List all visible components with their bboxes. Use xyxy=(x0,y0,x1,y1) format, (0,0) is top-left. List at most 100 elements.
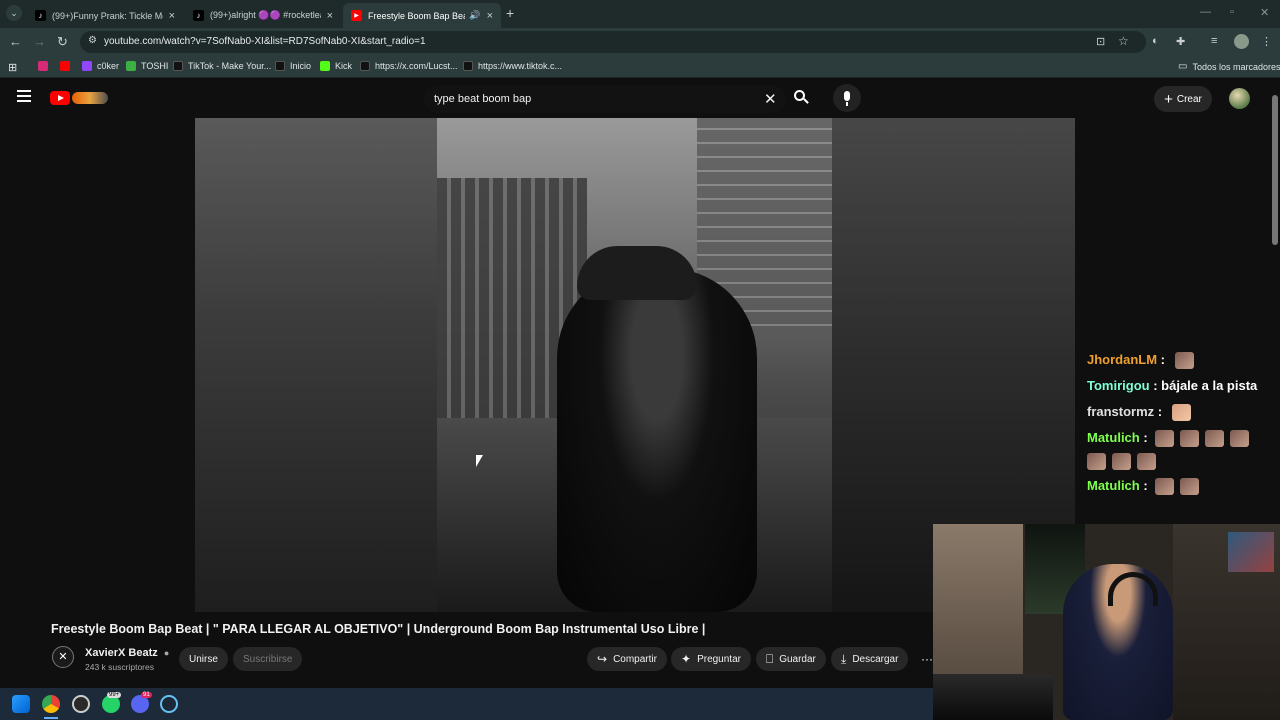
steam-icon[interactable] xyxy=(160,695,178,713)
chat-username: Tomirigou xyxy=(1087,378,1150,393)
subscribe-button[interactable]: Suscribirse xyxy=(233,647,303,671)
save-button[interactable]: ⎕ Guardar xyxy=(756,647,826,671)
bookmark-label: https://www.tiktok.c... xyxy=(478,61,563,71)
back-icon[interactable]: ← xyxy=(9,34,22,49)
bookmark-icon: ⎕ xyxy=(766,651,774,666)
window-close-icon[interactable]: ✕ xyxy=(1260,6,1269,19)
chat-separator: : xyxy=(1157,352,1166,367)
bookmark-c0ker[interactable]: c0ker xyxy=(82,61,119,71)
maximize-icon[interactable]: ▫ xyxy=(1230,6,1234,18)
kick-icon xyxy=(320,61,330,71)
tab-search-button[interactable]: ⌄ xyxy=(6,5,22,21)
bookmark-toshi[interactable]: TOSHI xyxy=(126,61,168,71)
bookmark-tiktok-url[interactable]: https://www.tiktok.c... xyxy=(463,61,562,71)
tiktok-icon xyxy=(463,61,473,71)
youtube-icon: ▶ xyxy=(351,10,362,21)
join-label: Unirse xyxy=(189,653,218,665)
user-avatar[interactable] xyxy=(1229,88,1250,109)
chat-username: Matulich xyxy=(1087,478,1140,493)
search-icon[interactable] xyxy=(794,90,809,104)
chat-separator: : xyxy=(1149,378,1158,393)
bookmark-youtube[interactable] xyxy=(60,61,75,71)
reload-icon[interactable]: ↻ xyxy=(57,34,68,50)
discord-badge: 91 xyxy=(141,692,152,698)
chat-username: JhordanLM xyxy=(1087,352,1158,367)
site-info-icon[interactable]: ⚙ xyxy=(88,35,97,46)
windows-taskbar: 99+ 91 xyxy=(0,688,933,720)
bookmark-kick[interactable]: Kick xyxy=(320,61,352,71)
chat-message: franstormz : xyxy=(1087,404,1197,422)
create-button[interactable]: + Crear xyxy=(1154,86,1212,112)
close-icon[interactable]: × xyxy=(169,10,175,22)
profile-avatar[interactable] xyxy=(1234,34,1249,49)
cam-keyboard xyxy=(933,674,1053,720)
extensions-icon[interactable]: ✚ xyxy=(1176,35,1185,48)
apps-icon[interactable]: ⊞ xyxy=(8,61,17,74)
tiktok-icon xyxy=(173,61,183,71)
star-icon[interactable]: ☆ xyxy=(1118,34,1129,48)
bookmarks-bar: ⊞ c0ker TOSHI TikTok - Make Your... Inic… xyxy=(0,56,1280,78)
youtube-play-icon xyxy=(50,91,70,105)
search-input[interactable]: type beat boom bap xyxy=(434,93,531,105)
bookmark-label: TikTok - Make Your... xyxy=(188,61,272,71)
share-button[interactable]: ↪ Compartir xyxy=(587,647,667,671)
emote-icon xyxy=(1087,453,1106,471)
media-control-icon[interactable]: ≡ xyxy=(1211,35,1217,47)
scrollbar-thumb[interactable] xyxy=(1272,95,1278,245)
subscribe-label: Suscribirse xyxy=(243,653,293,665)
chat-separator: : xyxy=(1139,478,1148,493)
menu-icon[interactable]: ⋮ xyxy=(1261,35,1272,48)
forward-icon[interactable]: → xyxy=(33,34,46,49)
doodle-icon xyxy=(72,92,108,104)
install-app-icon[interactable]: ⊡ xyxy=(1096,35,1105,48)
emote-icon xyxy=(1137,453,1156,471)
speaker-icon[interactable]: 🔊 xyxy=(469,10,480,21)
address-bar[interactable]: ⚙ youtube.com/watch?v=7SofNab0-XI&list=R… xyxy=(80,31,1146,53)
tab-tiktok-prank[interactable]: ♪ (99+)Funny Prank: Tickle Monst × xyxy=(27,3,183,28)
clear-search-icon[interactable]: ✕ xyxy=(764,90,777,108)
emote-icon xyxy=(1155,430,1175,448)
obs-icon[interactable] xyxy=(72,695,90,713)
plus-icon: + xyxy=(1164,90,1173,108)
chat-separator: : xyxy=(1139,430,1148,445)
channel-name-label: XavierX Beatz xyxy=(85,647,158,659)
video-title: Freestyle Boom Bap Beat | " PARA LLEGAR … xyxy=(51,622,706,636)
minimize-icon[interactable]: — xyxy=(1200,6,1211,18)
bucket-hat xyxy=(577,246,697,300)
tab-youtube-active[interactable]: ▶ Freestyle Boom Bap Beat | " 🔊 × xyxy=(343,3,501,28)
bookmark-instagram[interactable] xyxy=(38,61,53,71)
share-label: Compartir xyxy=(613,653,657,665)
search-box[interactable]: type beat boom bap ✕ xyxy=(424,85,786,113)
more-actions-button[interactable]: ··· xyxy=(921,652,933,666)
chat-separator: : xyxy=(1154,404,1163,419)
chrome-active-indicator xyxy=(44,717,58,719)
emote-icon xyxy=(1171,404,1191,422)
new-tab-button[interactable]: + xyxy=(506,5,514,21)
page-scrollbar[interactable] xyxy=(1270,79,1280,525)
hamburger-menu-icon[interactable] xyxy=(17,90,31,102)
windows-start-icon[interactable] xyxy=(12,695,30,713)
download-button[interactable]: ⤓ Descargar xyxy=(831,647,909,671)
bookmark-x-lucst[interactable]: https://x.com/Lucst... xyxy=(360,61,458,71)
x-icon xyxy=(275,61,285,71)
channel-avatar[interactable]: ✕ xyxy=(52,646,74,668)
channel-logo-icon: ✕ xyxy=(58,651,68,663)
voice-search-icon[interactable] xyxy=(833,84,861,112)
create-label: Crear xyxy=(1176,93,1202,105)
tab-tiktok-alright[interactable]: ♪ (99+)alright 🟣🟣 #rocketleag × xyxy=(185,3,341,28)
all-bookmarks[interactable]: ▭ Todos los marcadores xyxy=(1178,61,1280,72)
youtube-logo[interactable] xyxy=(50,91,110,107)
bookmark-inicio[interactable]: Inicio xyxy=(275,61,311,71)
join-button[interactable]: Unirse xyxy=(179,647,228,671)
extension-shield-icon[interactable]: ◐ xyxy=(1152,35,1159,47)
video-blur-left xyxy=(195,118,437,612)
ask-button[interactable]: ✦ Preguntar xyxy=(671,647,751,671)
channel-name[interactable]: XavierX Beatz ● xyxy=(85,647,169,659)
chat-text: bájale a la pista xyxy=(1157,378,1258,393)
close-icon[interactable]: × xyxy=(327,10,333,22)
bookmark-icon xyxy=(126,61,136,71)
twitch-icon xyxy=(82,61,92,71)
close-icon[interactable]: × xyxy=(487,10,493,22)
chrome-icon[interactable] xyxy=(42,695,60,713)
bookmark-tiktok[interactable]: TikTok - Make Your... xyxy=(173,61,271,71)
